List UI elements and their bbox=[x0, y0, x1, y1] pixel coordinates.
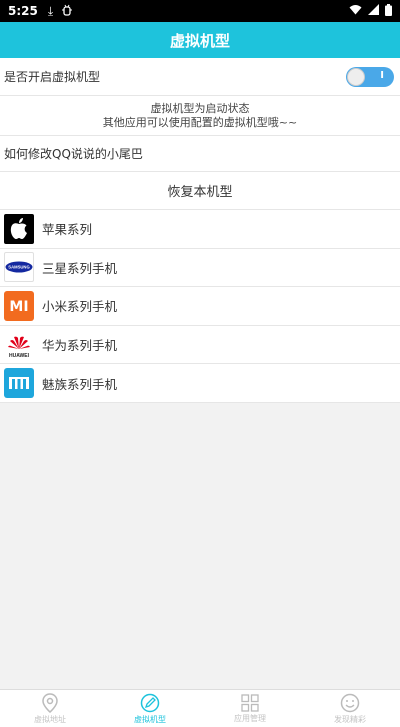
battery-icon bbox=[385, 3, 392, 19]
meizu-icon bbox=[4, 368, 34, 399]
tab-app-management[interactable]: 应用管理 bbox=[200, 690, 300, 727]
xiaomi-icon: MI bbox=[4, 290, 34, 321]
bottom-tab-bar: 虚拟地址 虚拟机型 应用管理 发现精彩 bbox=[0, 689, 400, 727]
location-pin-icon bbox=[42, 692, 58, 713]
tab-label: 虚拟机型 bbox=[134, 714, 166, 724]
bug-icon bbox=[61, 4, 73, 19]
status-message: 虚拟机型为启动状态 其他应用可以使用配置的虚拟机型哦~~ bbox=[0, 96, 400, 136]
page-title: 虚拟机型 bbox=[169, 31, 230, 50]
edit-pen-icon bbox=[140, 693, 160, 712]
samsung-logo-text: SAMSUNG bbox=[8, 265, 29, 270]
toggle-state-text: I bbox=[380, 69, 384, 81]
samsung-icon: SAMSUNG bbox=[4, 252, 34, 283]
app-bar: 虚拟机型 bbox=[0, 22, 400, 58]
restore-original-model-button[interactable]: 恢复本机型 bbox=[0, 172, 400, 210]
smile-icon bbox=[340, 693, 360, 712]
tab-virtual-model[interactable]: 虚拟机型 bbox=[100, 690, 200, 727]
virtual-model-toggle-row: 是否开启虚拟机型 I bbox=[0, 58, 400, 96]
tab-discover[interactable]: 发现精彩 bbox=[300, 690, 400, 727]
apple-icon bbox=[4, 213, 34, 244]
brand-label-apple: 苹果系列 bbox=[42, 222, 93, 238]
modify-qq-tail-label: 如何修改QQ说说的小尾巴 bbox=[4, 147, 143, 161]
signal-icon bbox=[368, 4, 379, 18]
huawei-icon: HUAWEI bbox=[4, 329, 34, 360]
virtual-model-toggle[interactable]: I bbox=[346, 66, 394, 87]
brand-label-huawei: 华为系列手机 bbox=[42, 338, 118, 354]
status-time: 5:25 bbox=[8, 4, 38, 18]
brand-item-huawei[interactable]: HUAWEI 华为系列手机 bbox=[0, 325, 400, 365]
main-content: 是否开启虚拟机型 I 虚拟机型为启动状态 其他应用可以使用配置的虚拟机型哦~~ … bbox=[0, 58, 400, 403]
xiaomi-logo-text: MI bbox=[9, 299, 28, 315]
brand-item-xiaomi[interactable]: MI 小米系列手机 bbox=[0, 287, 400, 326]
restore-label: 恢复本机型 bbox=[167, 185, 233, 200]
wifi-icon bbox=[349, 4, 362, 18]
modify-qq-tail-link[interactable]: 如何修改QQ说说的小尾巴 bbox=[0, 136, 400, 172]
brand-label-xiaomi: 小米系列手机 bbox=[42, 299, 118, 315]
brand-item-apple[interactable]: 苹果系列 bbox=[0, 210, 400, 249]
status-message-line1: 虚拟机型为启动状态 bbox=[150, 101, 250, 115]
status-message-line2: 其他应用可以使用配置的虚拟机型哦~~ bbox=[102, 115, 298, 129]
tab-label: 虚拟地址 bbox=[34, 714, 66, 724]
brand-label-samsung: 三星系列手机 bbox=[42, 260, 118, 276]
toggle-knob bbox=[347, 67, 365, 86]
download-icon: ⤓ bbox=[47, 3, 54, 18]
grid-apps-icon bbox=[241, 693, 259, 712]
brand-label-meizu: 魅族系列手机 bbox=[42, 376, 118, 392]
brand-item-meizu[interactable]: 魅族系列手机 bbox=[0, 364, 400, 403]
tab-label: 发现精彩 bbox=[334, 714, 366, 724]
tab-virtual-location[interactable]: 虚拟地址 bbox=[0, 690, 100, 727]
brand-item-samsung[interactable]: SAMSUNG 三星系列手机 bbox=[0, 248, 400, 288]
virtual-model-toggle-label: 是否开启虚拟机型 bbox=[4, 70, 101, 84]
huawei-logo-text: HUAWEI bbox=[9, 353, 30, 359]
status-bar: 5:25 ⤓ bbox=[0, 0, 400, 22]
tab-label: 应用管理 bbox=[234, 713, 266, 723]
